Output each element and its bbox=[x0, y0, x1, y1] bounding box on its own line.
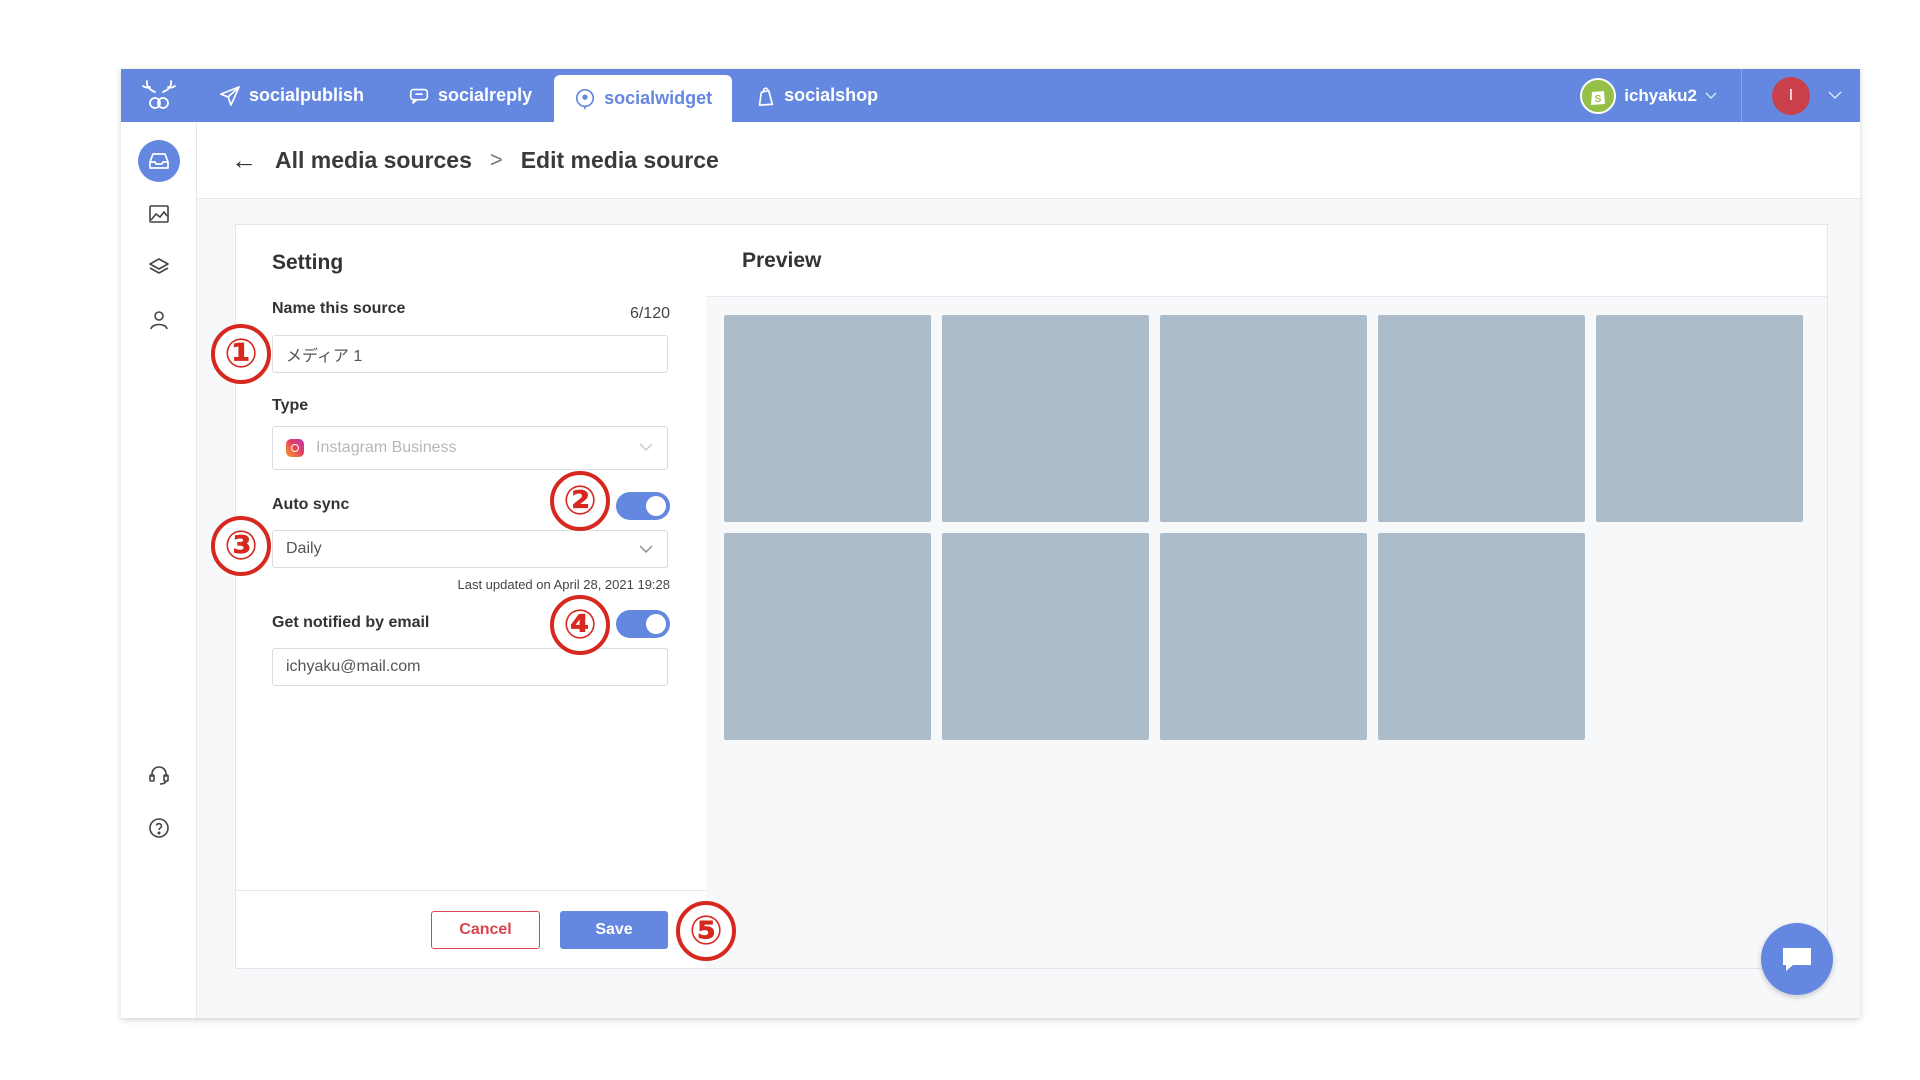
autosync-frequency-value: Daily bbox=[286, 540, 322, 557]
support-headset-icon bbox=[149, 766, 169, 785]
breadcrumb-parent-link[interactable]: All media sources bbox=[275, 147, 472, 174]
type-select: Instagram Business bbox=[272, 426, 668, 470]
autosync-frequency-select[interactable]: Daily bbox=[272, 530, 668, 568]
preview-tile[interactable] bbox=[1160, 533, 1367, 740]
instagram-icon bbox=[286, 439, 304, 457]
preview-tile[interactable] bbox=[1378, 315, 1585, 522]
shopping-bag-icon bbox=[758, 86, 774, 106]
user-menu[interactable]: I bbox=[1742, 76, 1860, 115]
preview-tile[interactable] bbox=[1378, 533, 1585, 740]
breadcrumb: ← All media sources > Edit media source bbox=[197, 122, 1860, 199]
tab-label: socialreply bbox=[438, 85, 533, 105]
tab-label: socialwidget bbox=[604, 88, 713, 108]
sidebar bbox=[121, 122, 197, 1018]
sidebar-item-support[interactable] bbox=[138, 754, 180, 796]
account-name: ichyaku2 bbox=[1624, 85, 1697, 105]
preview-panel: Preview bbox=[706, 224, 1828, 969]
sidebar-item-account[interactable] bbox=[138, 299, 180, 341]
preview-tile[interactable] bbox=[942, 533, 1149, 740]
inbox-icon bbox=[149, 153, 169, 169]
sidebar-item-help[interactable] bbox=[138, 807, 180, 849]
image-icon bbox=[149, 205, 169, 223]
tab-socialreply[interactable]: socialreply bbox=[386, 69, 554, 122]
type-field-label: Type bbox=[272, 397, 309, 414]
chat-bubble-icon bbox=[1783, 948, 1811, 971]
cancel-button[interactable]: Cancel bbox=[431, 911, 540, 949]
preview-tile[interactable] bbox=[724, 533, 931, 740]
annotation-marker-5: ⑤ bbox=[676, 901, 736, 961]
preview-tile[interactable] bbox=[1160, 315, 1367, 522]
paper-plane-icon bbox=[220, 85, 240, 106]
widget-pin-icon bbox=[576, 88, 595, 109]
autosync-toggle[interactable] bbox=[616, 492, 670, 520]
source-name-value: メディア 1 bbox=[286, 348, 363, 365]
notify-email-value: ichyaku@mail.com bbox=[286, 658, 421, 675]
chevron-down-icon bbox=[1828, 91, 1842, 99]
preview-tile[interactable] bbox=[724, 315, 931, 522]
tab-label: socialshop bbox=[784, 85, 879, 105]
tab-socialshop[interactable]: socialshop bbox=[732, 69, 900, 122]
breadcrumb-separator-icon: > bbox=[489, 147, 503, 172]
autosync-label: Auto sync bbox=[272, 496, 350, 513]
preview-title: Preview bbox=[706, 225, 1827, 297]
back-arrow-icon[interactable]: ← bbox=[231, 145, 257, 176]
settings-title: Setting bbox=[272, 251, 344, 274]
tab-socialpublish[interactable]: socialpublish bbox=[197, 69, 386, 122]
name-field-label: Name this source bbox=[272, 300, 406, 317]
sidebar-item-inbox[interactable] bbox=[138, 140, 180, 182]
name-char-counter: 6/120 bbox=[629, 305, 670, 322]
type-select-value: Instagram Business bbox=[316, 439, 457, 456]
sidebar-item-media[interactable] bbox=[138, 193, 180, 235]
help-icon bbox=[149, 818, 169, 838]
preview-grid bbox=[724, 315, 1803, 740]
account-switcher[interactable]: S ichyaku2 bbox=[1556, 69, 1742, 122]
layers-icon bbox=[149, 258, 169, 274]
chat-widget-button[interactable] bbox=[1761, 923, 1833, 995]
chevron-down-icon bbox=[639, 443, 653, 451]
top-nav-bar: socialpublish socialreply socialwidget s… bbox=[121, 69, 1860, 122]
deer-logo-icon bbox=[142, 79, 176, 109]
notify-email-input[interactable]: ichyaku@mail.com bbox=[272, 648, 668, 686]
page-title: Edit media source bbox=[520, 146, 719, 173]
chat-reply-icon bbox=[409, 88, 429, 104]
source-name-input[interactable]: メディア 1 bbox=[272, 335, 668, 373]
save-button[interactable]: Save bbox=[560, 911, 668, 949]
settings-footer: Cancel Save bbox=[236, 890, 706, 968]
user-avatar: I bbox=[1772, 76, 1810, 115]
app-window: socialpublish socialreply socialwidget s… bbox=[121, 69, 1860, 1018]
annotation-marker-3: ③ bbox=[211, 516, 271, 576]
annotation-marker-4: ④ bbox=[550, 595, 610, 655]
preview-tile[interactable] bbox=[942, 315, 1149, 522]
chevron-down-icon bbox=[1705, 92, 1717, 99]
notify-email-toggle[interactable] bbox=[616, 610, 670, 638]
tab-socialwidget[interactable]: socialwidget bbox=[554, 75, 733, 122]
last-updated-text: Last updated on April 28, 2021 19:28 bbox=[457, 577, 670, 592]
shopify-avatar-icon: S bbox=[1580, 77, 1617, 114]
annotation-marker-2: ② bbox=[550, 471, 610, 531]
annotation-marker-1: ① bbox=[211, 324, 271, 384]
tab-label: socialpublish bbox=[249, 85, 365, 105]
settings-panel: Setting Name this source 6/120 メディア 1 Ty… bbox=[235, 224, 707, 969]
svg-text:S: S bbox=[1595, 94, 1602, 105]
chevron-down-icon bbox=[639, 545, 653, 553]
sidebar-item-layers[interactable] bbox=[138, 246, 180, 288]
logo[interactable] bbox=[121, 69, 197, 122]
preview-tile[interactable] bbox=[1596, 315, 1803, 522]
notify-label: Get notified by email bbox=[272, 614, 430, 631]
user-icon bbox=[150, 311, 168, 330]
topbar-right: S ichyaku2 I bbox=[1556, 69, 1860, 122]
